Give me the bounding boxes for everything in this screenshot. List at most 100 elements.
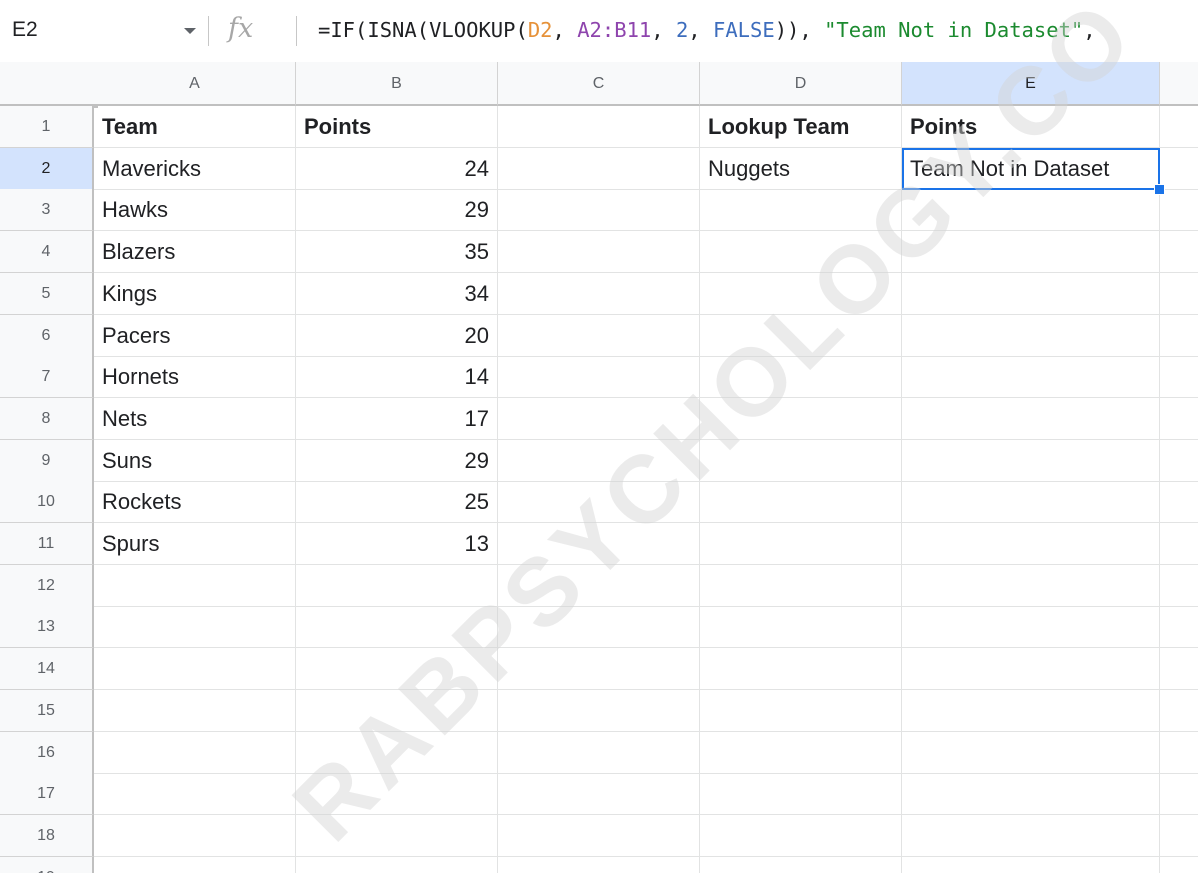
cell-f12[interactable] [1160,565,1198,607]
cell-a5[interactable]: Kings [94,272,296,315]
row-header[interactable]: 1 [0,106,94,148]
cell-e14[interactable] [902,648,1160,691]
row-header[interactable]: 19 [0,856,94,873]
cell-a3[interactable]: Hawks [94,189,296,232]
cell-e15[interactable] [902,689,1160,732]
cell-d12[interactable] [700,564,902,607]
cell-f9[interactable] [1160,440,1198,482]
row-header[interactable]: 8 [0,397,94,440]
row-header[interactable]: 3 [0,189,94,232]
cell-b18[interactable] [296,814,498,857]
row-header[interactable]: 16 [0,731,94,774]
cell-d9[interactable] [700,439,902,482]
cell-e2[interactable]: Team Not in Dataset [902,147,1160,190]
cell-d6[interactable] [700,314,902,357]
cell-b1[interactable]: Points [296,106,498,148]
cell-d7[interactable] [700,356,902,399]
row-header[interactable]: 18 [0,814,94,857]
row-header[interactable]: 14 [0,648,94,691]
column-header-b[interactable]: B [296,62,498,106]
cell-f3[interactable] [1160,189,1198,232]
cell-d10[interactable] [700,481,902,524]
cell-a2[interactable]: Mavericks [94,147,296,190]
row-header[interactable]: 13 [0,606,94,649]
column-header-c[interactable]: C [498,62,700,106]
cell-b10[interactable]: 25 [296,481,498,524]
cell-d18[interactable] [700,814,902,857]
cell-a6[interactable]: Pacers [94,314,296,357]
cell-c17[interactable] [498,773,700,816]
cell-c6[interactable] [498,314,700,357]
formula-input[interactable]: =IF(ISNA(VLOOKUP(D2, A2:B11, 2, FALSE)),… [318,10,1198,50]
cell-e12[interactable] [902,564,1160,607]
cell-b15[interactable] [296,689,498,732]
cell-e19[interactable] [902,856,1160,873]
cell-c19[interactable] [498,856,700,873]
cell-e8[interactable] [902,397,1160,440]
cell-b6[interactable]: 20 [296,314,498,357]
cell-d3[interactable] [700,189,902,232]
cell-c2[interactable] [498,147,700,190]
cell-c18[interactable] [498,814,700,857]
row-header[interactable]: 15 [0,689,94,732]
cell-b4[interactable]: 35 [296,231,498,274]
cell-b9[interactable]: 29 [296,439,498,482]
row-header[interactable]: 11 [0,523,94,565]
cell-d4[interactable] [700,231,902,274]
cell-f16[interactable] [1160,732,1198,774]
cell-c4[interactable] [498,231,700,274]
row-header[interactable]: 9 [0,439,94,482]
cell-e10[interactable] [902,481,1160,524]
cell-b3[interactable]: 29 [296,189,498,232]
cell-c12[interactable] [498,564,700,607]
cell-a11[interactable]: Spurs [94,523,296,565]
cell-c16[interactable] [498,731,700,774]
cell-d5[interactable] [700,272,902,315]
row-header[interactable]: 6 [0,314,94,357]
cell-e17[interactable] [902,773,1160,816]
cell-a1[interactable]: Team [94,106,296,148]
cell-d16[interactable] [700,731,902,774]
cell-b8[interactable]: 17 [296,397,498,440]
cell-b19[interactable] [296,856,498,873]
cell-f18[interactable] [1160,815,1198,857]
cell-c15[interactable] [498,689,700,732]
cell-c10[interactable] [498,481,700,524]
cell-e18[interactable] [902,814,1160,857]
cell-a10[interactable]: Rockets [94,481,296,524]
chevron-down-icon[interactable] [184,28,196,34]
cell-c5[interactable] [498,272,700,315]
cell-e1[interactable]: Points [902,106,1160,148]
cell-f11[interactable] [1160,523,1198,565]
cell-f8[interactable] [1160,398,1198,440]
row-header[interactable]: 5 [0,272,94,315]
cell-e13[interactable] [902,606,1160,649]
cell-e16[interactable] [902,731,1160,774]
column-header-a[interactable]: A [94,62,296,106]
cell-c11[interactable] [498,523,700,565]
cell-b13[interactable] [296,606,498,649]
cell-d15[interactable] [700,689,902,732]
cell-b17[interactable] [296,773,498,816]
cell-f19[interactable] [1160,857,1198,873]
cell-b2[interactable]: 24 [296,147,498,190]
cell-e4[interactable] [902,231,1160,274]
cell-e11[interactable] [902,523,1160,565]
name-box[interactable]: E2 [8,10,198,50]
select-all-corner[interactable] [0,62,98,108]
cell-f6[interactable] [1160,315,1198,357]
cell-a15[interactable] [94,689,296,732]
cell-a18[interactable] [94,814,296,857]
cell-e6[interactable] [902,314,1160,357]
cell-c13[interactable] [498,606,700,649]
cell-e3[interactable] [902,189,1160,232]
cell-d14[interactable] [700,648,902,691]
cell-f14[interactable] [1160,648,1198,691]
cell-a14[interactable] [94,648,296,691]
cell-f15[interactable] [1160,690,1198,732]
cell-f1[interactable] [1160,106,1198,148]
cell-f17[interactable] [1160,773,1198,816]
cell-d1[interactable]: Lookup Team [700,106,902,148]
cell-b14[interactable] [296,648,498,691]
cell-d13[interactable] [700,606,902,649]
